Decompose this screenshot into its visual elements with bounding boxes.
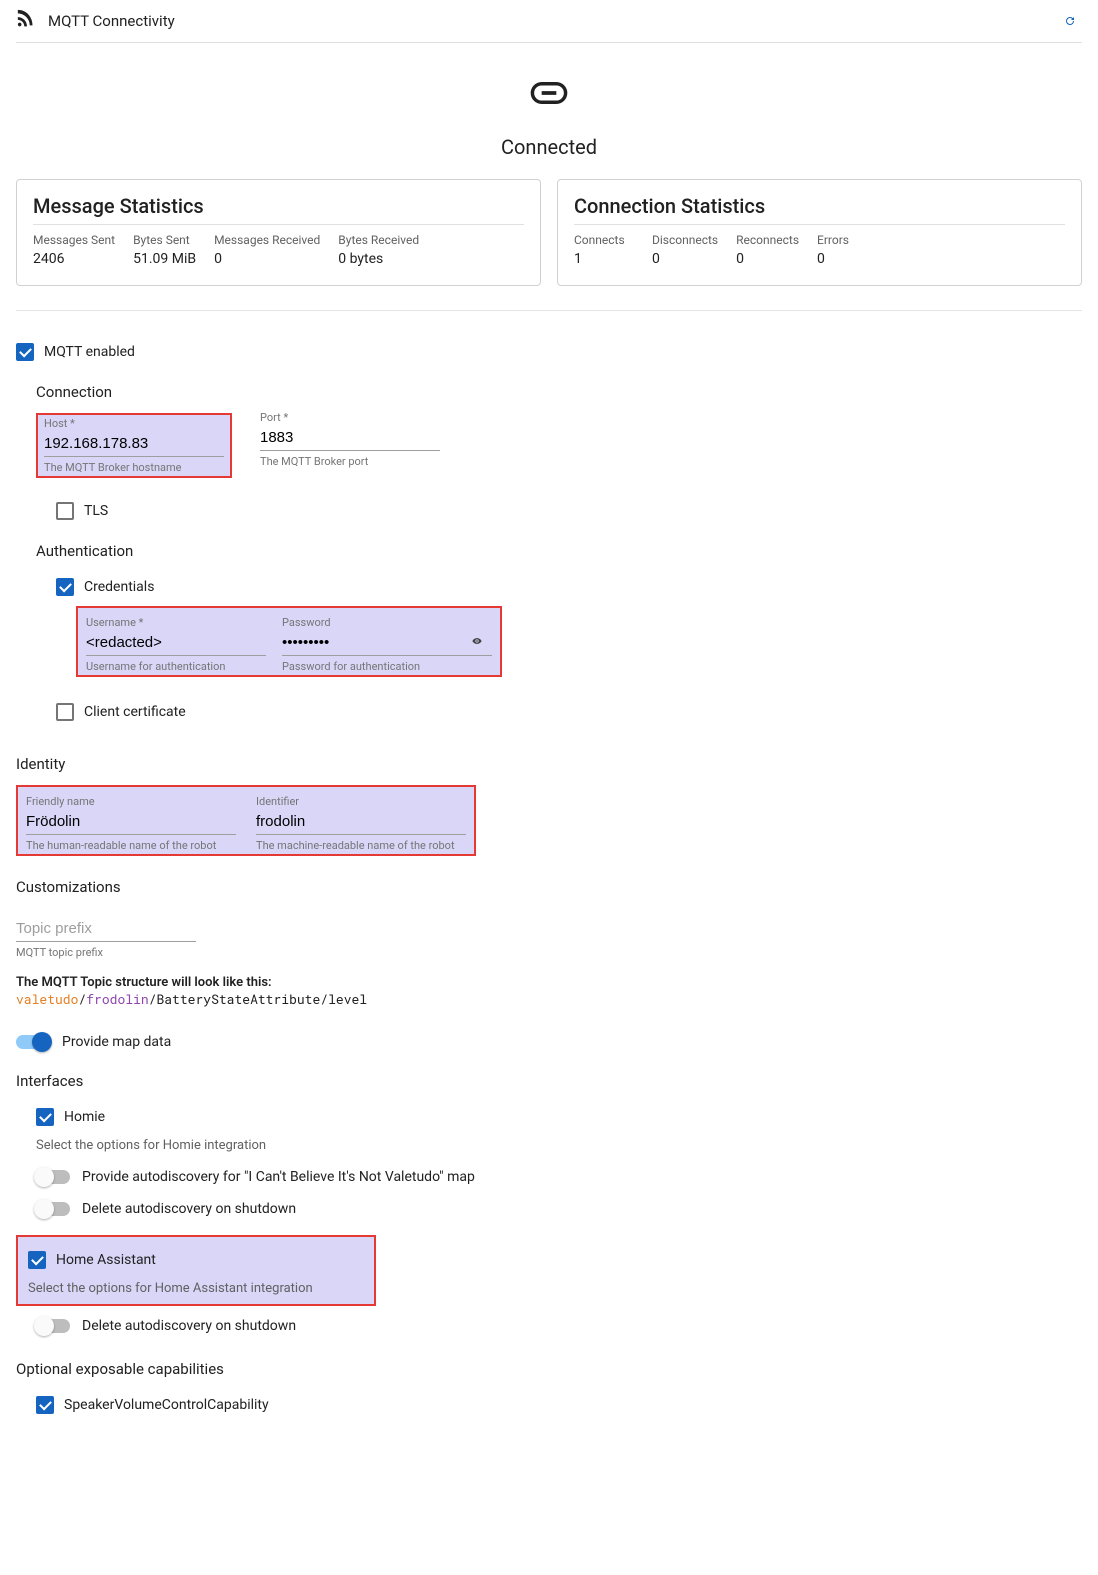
mqtt-enabled-checkbox[interactable]: MQTT enabled — [16, 343, 135, 361]
link-icon — [527, 71, 571, 119]
password-input[interactable] — [282, 630, 492, 656]
home-assistant-checkbox[interactable]: Home Assistant — [28, 1251, 156, 1269]
field-label: Host * — [44, 417, 75, 430]
username-input[interactable] — [86, 630, 266, 656]
friendly-name-input[interactable] — [26, 809, 236, 835]
app-header: MQTT Connectivity — [16, 0, 1082, 43]
connection-status: Connected — [16, 135, 1082, 159]
stat-label: Errors — [817, 233, 877, 247]
field-helper: Username for authentication — [86, 660, 266, 673]
field-helper: MQTT topic prefix — [16, 946, 196, 959]
field-label: Friendly name — [26, 795, 95, 808]
toggle-label: Provide map data — [62, 1034, 171, 1050]
client-certificate-checkbox[interactable]: Client certificate — [56, 703, 186, 721]
topic-structure-intro: The MQTT Topic structure will look like … — [16, 975, 1082, 990]
interfaces-heading: Interfaces — [16, 1072, 1082, 1090]
tls-checkbox[interactable]: TLS — [56, 502, 108, 520]
stat-label: Connects — [574, 233, 634, 247]
stat-label: Disconnects — [652, 233, 718, 247]
card-title: Message Statistics — [33, 194, 524, 218]
stat-label: Reconnects — [736, 233, 799, 247]
app-icon — [16, 8, 38, 34]
stat-value: 0 — [214, 251, 320, 267]
speaker-volume-capability-checkbox[interactable]: SpeakerVolumeControlCapability — [36, 1396, 269, 1414]
stat-value: 0 — [817, 251, 877, 267]
homie-delete-autodiscovery-toggle[interactable]: Delete autodiscovery on shutdown — [36, 1201, 296, 1217]
page-title: MQTT Connectivity — [48, 12, 175, 30]
toggle-label: Delete autodiscovery on shutdown — [82, 1201, 296, 1217]
field-label: Password — [282, 616, 331, 629]
checkbox-label: Client certificate — [84, 704, 186, 720]
homie-checkbox[interactable]: Homie — [36, 1108, 105, 1126]
identity-heading: Identity — [16, 755, 1082, 773]
ha-delete-autodiscovery-toggle[interactable]: Delete autodiscovery on shutdown — [36, 1318, 296, 1334]
refresh-icon — [1064, 11, 1076, 31]
toggle-label: Delete autodiscovery on shutdown — [82, 1318, 296, 1334]
field-label: Identifier — [256, 795, 299, 808]
homie-map-autodiscovery-toggle[interactable]: Provide autodiscovery for "I Can't Belie… — [36, 1169, 475, 1185]
checkbox-label: Homie — [64, 1109, 105, 1125]
rss-icon — [16, 8, 38, 30]
checkbox-label: TLS — [84, 503, 108, 519]
credentials-checkbox[interactable]: Credentials — [56, 578, 154, 596]
eye-icon — [472, 631, 482, 651]
optional-caps-heading: Optional exposable capabilities — [16, 1360, 1082, 1378]
field-label: Username * — [86, 616, 143, 629]
stat-value: 2406 — [33, 251, 115, 267]
authentication-heading: Authentication — [36, 542, 1082, 560]
checkbox-label: MQTT enabled — [44, 344, 135, 360]
field-helper: The human-readable name of the robot — [26, 839, 236, 852]
connection-heading: Connection — [36, 383, 1082, 401]
customizations-heading: Customizations — [16, 878, 1082, 896]
checkbox-label: Credentials — [84, 579, 154, 595]
port-input[interactable] — [260, 425, 440, 451]
toggle-label: Provide autodiscovery for "I Can't Belie… — [82, 1169, 475, 1185]
provide-map-data-toggle[interactable]: Provide map data — [16, 1034, 171, 1050]
checkbox-label: Home Assistant — [56, 1252, 156, 1268]
host-input[interactable] — [44, 431, 224, 457]
stat-label: Messages Received — [214, 233, 320, 247]
stat-value: 1 — [574, 251, 634, 267]
field-helper: Password for authentication — [282, 660, 492, 673]
toggle-password-visibility-button[interactable] — [466, 630, 488, 652]
stat-label: Bytes Received — [338, 233, 419, 247]
refresh-button[interactable] — [1058, 9, 1082, 33]
stat-value: 0 bytes — [338, 251, 419, 267]
topic-structure-example: valetudo/frodolin/BatteryStateAttribute/… — [16, 990, 1082, 1008]
field-helper: The MQTT Broker hostname — [44, 461, 224, 474]
field-label: Port * — [260, 411, 288, 424]
topic-prefix-input[interactable] — [16, 916, 196, 942]
stat-value: 0 — [736, 251, 799, 267]
ha-note: Select the options for Home Assistant in… — [28, 1281, 364, 1296]
stat-value: 0 — [652, 251, 718, 267]
identifier-input[interactable] — [256, 809, 466, 835]
card-title: Connection Statistics — [574, 194, 1065, 218]
field-helper: The MQTT Broker port — [260, 455, 440, 468]
stat-label: Bytes Sent — [133, 233, 196, 247]
stat-label: Messages Sent — [33, 233, 115, 247]
connection-statistics-card: Connection Statistics Connects 1 Disconne… — [557, 179, 1082, 286]
homie-note: Select the options for Homie integration — [36, 1138, 1082, 1153]
field-helper: The machine-readable name of the robot — [256, 839, 466, 852]
message-statistics-card: Message Statistics Messages Sent 2406 Byt… — [16, 179, 541, 286]
checkbox-label: SpeakerVolumeControlCapability — [64, 1397, 269, 1413]
stat-value: 51.09 MiB — [133, 251, 196, 267]
